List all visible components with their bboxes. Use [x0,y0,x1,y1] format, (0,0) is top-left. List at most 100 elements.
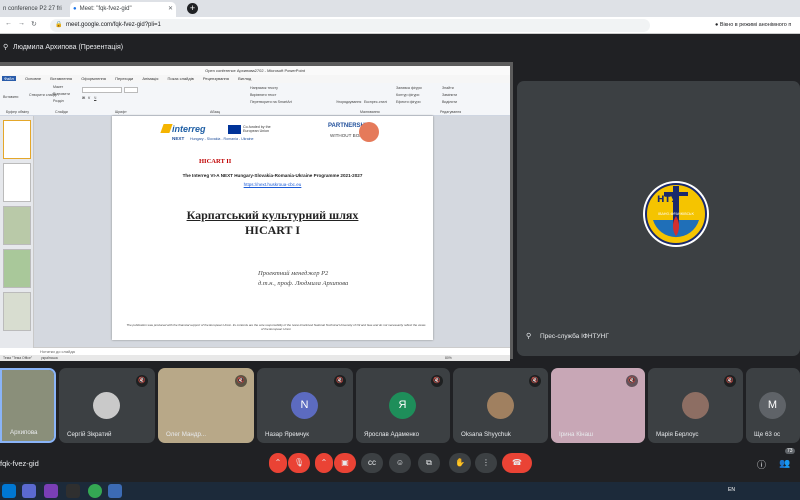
layout-button[interactable]: Макет [53,85,63,89]
logo-text: НТУ [657,195,678,205]
taskview-icon[interactable] [22,484,36,498]
slide-thumbnail[interactable] [3,206,31,245]
select-button[interactable]: Виділити [442,100,457,104]
camera-toggle-button[interactable]: ▣ [334,453,356,473]
more-options-button[interactable]: ⋮ [475,453,497,473]
url-input[interactable]: 🔒 meet.google.com/fqk-fvez-gid?pli=1 [50,19,650,32]
app-icon[interactable] [108,484,122,498]
slide-thumbnail[interactable] [3,120,31,159]
participant-name: Ярослав Адаменко [364,431,420,438]
incognito-icon: ● [715,22,719,28]
shape-effects-button[interactable]: Ефекти фігури [396,100,420,104]
slide-thumbnail[interactable] [3,292,31,331]
reload-icon[interactable]: ↻ [31,20,37,28]
tab-label: n conference P2 27 fri [3,6,62,12]
raise-hand-button[interactable]: ✋ [449,453,471,473]
menu-animation[interactable]: Анімація [142,76,158,81]
reset-button[interactable]: Відновити [53,92,70,96]
pin-icon[interactable]: ⚲ [3,43,8,51]
slide-thumbnail[interactable] [3,249,31,288]
participant-name: Олег Мандр... [166,431,207,438]
present-button[interactable]: ⧉ [418,453,440,473]
arrange-button[interactable]: Упорядкування [336,100,361,104]
new-tab-button[interactable]: + [187,3,198,14]
meet-control-bar: fqk-fvez-gid ⌃ 🎙 ⌃ ▣ cc ☺ ⧉ ✋ ⋮ ☎ ⓘ 👥 73 [0,446,800,482]
notes-field[interactable]: Нотатки до слайда [34,347,510,355]
create-slide-button[interactable]: Створити слайд [29,93,56,97]
menu-slideshow[interactable]: Показ слайдів [168,76,194,81]
find-button[interactable]: Знайти [442,86,454,90]
incognito-label: Вікно в режимі анонімного п [719,22,792,28]
manager-name: д.т.н., проф. Людмила Архипова [258,280,349,287]
menu-file[interactable]: Файл [2,76,16,81]
ppt-menu: Файл Основне Вставлення Оформлення Перех… [0,75,510,83]
mic-off-icon: 🔇 [626,375,638,387]
participant-tile[interactable]: 🔇 Ірина Кінаш [551,368,645,443]
mic-toggle-button[interactable]: 🎙 [288,453,310,473]
paste-button[interactable]: Вставити [3,95,18,99]
participant-tile[interactable]: 🔇 Oksana Shyychuk [453,368,548,443]
font-select[interactable] [82,87,122,93]
participant-tile[interactable]: 🔇 Марія Берлоус [648,368,743,443]
participant-tile[interactable]: Архипова [0,368,56,443]
smartart-button[interactable]: Перетворити на SmartArt [250,100,292,104]
back-icon[interactable]: ← [5,20,12,27]
font-size-select[interactable] [124,87,138,93]
section-button[interactable]: Розділ [53,99,64,103]
tab-meet[interactable]: ● Meet: "fqk-fvez-gid" ✕ [70,2,176,17]
quick-styles-button[interactable]: Експрес-стилі [364,100,387,104]
align-text-button[interactable]: Вирівняти текст [250,93,276,97]
title-line-1: Карпатський культурний шлях [186,208,359,222]
participant-avatar: Я [389,392,416,419]
slide-thumbnail[interactable] [3,163,31,202]
leave-call-button[interactable]: ☎ [502,453,532,473]
language-status: українська [41,356,58,360]
shape-fill-button[interactable]: Заливка фігури [396,86,422,90]
mic-off-icon: 🔇 [431,375,443,387]
shape-outline-button[interactable]: Контур фігури [396,93,419,97]
people-icon[interactable]: 👥 [779,458,790,469]
tab-conference[interactable]: n conference P2 27 fri [0,2,68,17]
participant-tile[interactable]: 🔇 Сергій Зікратий [59,368,155,443]
text-direction-button[interactable]: Напрямок тексту [250,86,278,90]
participant-tile[interactable]: N 🔇 Назар Яремчук [257,368,353,443]
hang-up-icon: ☎ [512,458,522,467]
bold-button[interactable]: Ж [82,96,85,100]
participant-tile[interactable]: 🔇 Олег Мандр... [158,368,254,443]
menu-transitions[interactable]: Переходи [115,76,133,81]
pin-icon[interactable]: ⚲ [526,332,531,340]
slide-canvas[interactable]: interreg NEXT Hungary - Slovakia - Roman… [112,116,433,340]
close-tab-icon[interactable]: ✕ [168,2,173,17]
emoji-button[interactable]: ☺ [389,453,411,473]
incognito-indicator[interactable]: ● Вікно в режимі анонімного п [715,20,791,31]
keyboard-language[interactable]: EN [728,487,735,493]
participant-tile[interactable]: Я 🔇 Ярослав Адаменко [356,368,450,443]
menu-view[interactable]: Вигляд [238,76,251,81]
camera-options-button[interactable]: ⌃ [315,453,333,473]
presentation-stage: Open conference Архипова2702 - Microsoft… [0,62,513,361]
tab-other[interactable] [200,2,290,17]
mic-options-button[interactable]: ⌃ [269,453,287,473]
captions-button[interactable]: cc [361,453,383,473]
address-bar-row: ← → ↻ 🔒 meet.google.com/fqk-fvez-gid?pli… [0,17,800,34]
zoom-level[interactable]: 80% [445,355,452,361]
info-icon[interactable]: ⓘ [757,458,766,471]
italic-button[interactable]: К [88,96,90,100]
viber-icon[interactable] [44,484,58,498]
menu-design[interactable]: Оформлення [81,76,106,81]
tab-other-2[interactable] [292,2,352,17]
participant-tile[interactable]: М Ще 63 ос [746,368,800,443]
app-icon[interactable] [66,484,80,498]
forward-icon[interactable]: → [18,20,25,27]
programme-link[interactable]: https://next.huskroua-cbc.eu [112,182,433,187]
logo-city: ІВАНО-ФРАНКІВСЬК [658,212,694,216]
manager-role: Проектний менеджер Р2 [258,270,329,277]
underline-button[interactable]: Ч [94,96,96,100]
slide-editor: interreg NEXT Hungary - Slovakia - Roman… [34,116,510,347]
menu-home[interactable]: Основне [25,76,41,81]
chrome-icon[interactable] [88,484,102,498]
replace-button[interactable]: Замінити [442,93,457,97]
start-icon[interactable] [2,484,16,498]
menu-insert[interactable]: Вставлення [50,76,72,81]
menu-review[interactable]: Рецензування [203,76,229,81]
